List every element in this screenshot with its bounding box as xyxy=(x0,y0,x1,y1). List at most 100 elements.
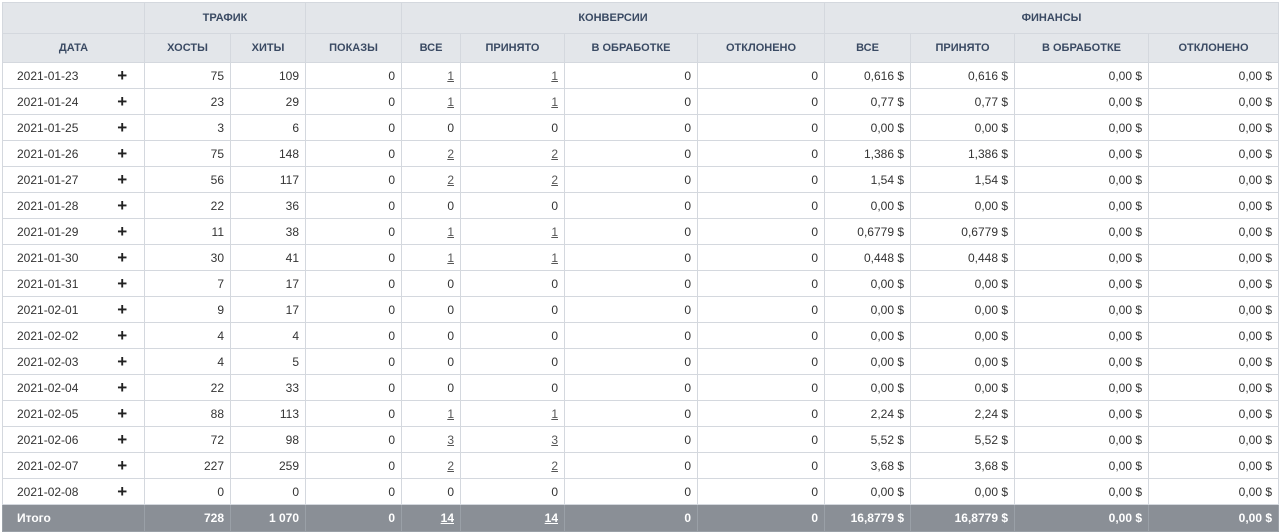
cell-fin-all: 0,00 $ xyxy=(824,296,912,323)
expand-row-button[interactable]: + xyxy=(100,322,145,349)
expand-row-button[interactable]: + xyxy=(100,114,145,141)
expand-row-button[interactable]: + xyxy=(100,400,145,427)
cell-fin-all: 1,54 $ xyxy=(824,166,912,193)
conv-accepted-link[interactable]: 1 xyxy=(551,251,558,265)
conv-all-link[interactable]: 1 xyxy=(447,251,454,265)
col-header-fin-accepted[interactable]: ПРИНЯТО xyxy=(910,33,1016,63)
conv-all-link[interactable]: 2 xyxy=(447,173,454,187)
conv-all-link[interactable]: 2 xyxy=(447,147,454,161)
totals-fin-all: 16,8779 $ xyxy=(824,504,912,532)
cell-date: 2021-01-26 xyxy=(2,140,101,167)
cell-conv-accepted: 0 xyxy=(460,270,565,297)
cell-date: 2021-01-25 xyxy=(2,114,101,141)
expand-row-button[interactable]: + xyxy=(100,296,145,323)
cell-fin-processing: 0,00 $ xyxy=(1014,140,1150,167)
conv-accepted-link[interactable]: 1 xyxy=(551,95,558,109)
cell-fin-processing: 0,00 $ xyxy=(1014,62,1150,89)
cell-conv-processing: 0 xyxy=(564,218,698,245)
expand-row-button[interactable]: + xyxy=(100,374,145,401)
cell-conv-accepted: 2 xyxy=(460,140,565,167)
cell-fin-accepted: 0,00 $ xyxy=(910,478,1016,505)
cell-hits: 38 xyxy=(230,218,306,245)
cell-hits: 0 xyxy=(230,478,306,505)
cell-hits: 259 xyxy=(230,452,306,479)
cell-fin-accepted: 1,54 $ xyxy=(910,166,1016,193)
table-row: 2021-01-27 +56 117 0 2 2 0 0 1,54 $1,54 $0,00 $0… xyxy=(2,166,1280,193)
cell-conv-rejected: 0 xyxy=(696,296,826,323)
conv-all-link[interactable]: 3 xyxy=(447,433,454,447)
cell-conv-accepted: 1 xyxy=(460,62,565,89)
conv-accepted-link[interactable]: 1 xyxy=(551,69,558,83)
expand-row-button[interactable]: + xyxy=(100,192,145,219)
conv-accepted-link[interactable]: 3 xyxy=(551,433,558,447)
conv-accepted-link[interactable]: 1 xyxy=(551,407,558,421)
cell-conv-processing: 0 xyxy=(564,452,698,479)
expand-row-button[interactable]: + xyxy=(100,62,145,89)
cell-conv-all: 0 xyxy=(401,270,461,297)
conv-accepted-link[interactable]: 2 xyxy=(551,173,558,187)
cell-fin-processing: 0,00 $ xyxy=(1014,244,1150,271)
col-header-conv-rejected[interactable]: ОТКЛОНЕНО xyxy=(696,33,826,63)
conv-all-link[interactable]: 1 xyxy=(447,95,454,109)
expand-row-button[interactable]: + xyxy=(100,166,145,193)
expand-row-button[interactable]: + xyxy=(100,140,145,167)
cell-fin-all: 0,00 $ xyxy=(824,478,912,505)
cell-conv-all: 1 xyxy=(401,218,461,245)
cell-hits: 6 xyxy=(230,114,306,141)
cell-fin-rejected: 0,00 $ xyxy=(1148,348,1280,375)
cell-shows: 0 xyxy=(305,270,402,297)
cell-conv-processing: 0 xyxy=(564,400,698,427)
expand-row-button[interactable]: + xyxy=(100,478,145,505)
table-row: 2021-02-05 +88 113 0 1 1 0 0 2,24 $2,24 $0,00 $0… xyxy=(2,400,1280,427)
expand-row-button[interactable]: + xyxy=(100,88,145,115)
expand-row-button[interactable]: + xyxy=(100,426,145,453)
col-header-fin-rejected[interactable]: ОТКЛОНЕНО xyxy=(1148,33,1280,63)
table-row: 2021-02-06 +72 98 0 3 3 0 0 5,52 $5,52 $0,00 $0,… xyxy=(2,426,1280,453)
cell-conv-processing: 0 xyxy=(564,88,698,115)
cell-date: 2021-02-05 xyxy=(2,400,101,427)
conv-accepted-link[interactable]: 1 xyxy=(551,225,558,239)
conv-all-link[interactable]: 2 xyxy=(447,459,454,473)
cell-conv-rejected: 0 xyxy=(696,88,826,115)
col-header-fin-processing[interactable]: В ОБРАБОТКЕ xyxy=(1014,33,1150,63)
cell-fin-processing: 0,00 $ xyxy=(1014,400,1150,427)
cell-date: 2021-01-28 xyxy=(2,192,101,219)
conv-all-link[interactable]: 1 xyxy=(447,69,454,83)
cell-conv-rejected: 0 xyxy=(696,374,826,401)
col-header-conv-all[interactable]: ВСЕ xyxy=(401,33,461,63)
cell-fin-all: 3,68 $ xyxy=(824,452,912,479)
col-header-date[interactable]: ДАТА xyxy=(2,33,145,63)
totals-conv-accepted-link[interactable]: 14 xyxy=(545,511,558,525)
cell-shows: 0 xyxy=(305,140,402,167)
header-blank-shows xyxy=(305,2,402,34)
totals-conv-all-link[interactable]: 14 xyxy=(441,511,454,525)
expand-row-button[interactable]: + xyxy=(100,348,145,375)
expand-row-button[interactable]: + xyxy=(100,270,145,297)
col-header-fin-all[interactable]: ВСЕ xyxy=(824,33,912,63)
cell-fin-all: 0,616 $ xyxy=(824,62,912,89)
cell-fin-accepted: 0,00 $ xyxy=(910,270,1016,297)
conv-all-link[interactable]: 1 xyxy=(447,407,454,421)
expand-row-button[interactable]: + xyxy=(100,452,145,479)
cell-fin-processing: 0,00 $ xyxy=(1014,374,1150,401)
cell-hits: 5 xyxy=(230,348,306,375)
col-header-conv-processing[interactable]: В ОБРАБОТКЕ xyxy=(564,33,698,63)
cell-conv-accepted: 2 xyxy=(460,166,565,193)
conv-accepted-link[interactable]: 2 xyxy=(551,147,558,161)
col-header-shows[interactable]: ПОКАЗЫ xyxy=(305,33,402,63)
cell-conv-accepted: 0 xyxy=(460,114,565,141)
col-header-conv-accepted[interactable]: ПРИНЯТО xyxy=(460,33,565,63)
expand-row-button[interactable]: + xyxy=(100,244,145,271)
cell-conv-all: 1 xyxy=(401,88,461,115)
cell-fin-rejected: 0,00 $ xyxy=(1148,478,1280,505)
cell-date: 2021-01-30 xyxy=(2,244,101,271)
cell-hosts: 22 xyxy=(144,192,231,219)
cell-hits: 41 xyxy=(230,244,306,271)
cell-fin-accepted: 0,00 $ xyxy=(910,114,1016,141)
col-header-hosts[interactable]: ХОСТЫ xyxy=(144,33,231,63)
expand-row-button[interactable]: + xyxy=(100,218,145,245)
conv-all-link[interactable]: 1 xyxy=(447,225,454,239)
col-header-hits[interactable]: ХИТЫ xyxy=(230,33,306,63)
table-header: ТРАФИК КОНВЕРСИИ ФИНАНСЫ ДАТА ХОСТЫ ХИТЫ… xyxy=(2,2,1280,63)
conv-accepted-link[interactable]: 2 xyxy=(551,459,558,473)
